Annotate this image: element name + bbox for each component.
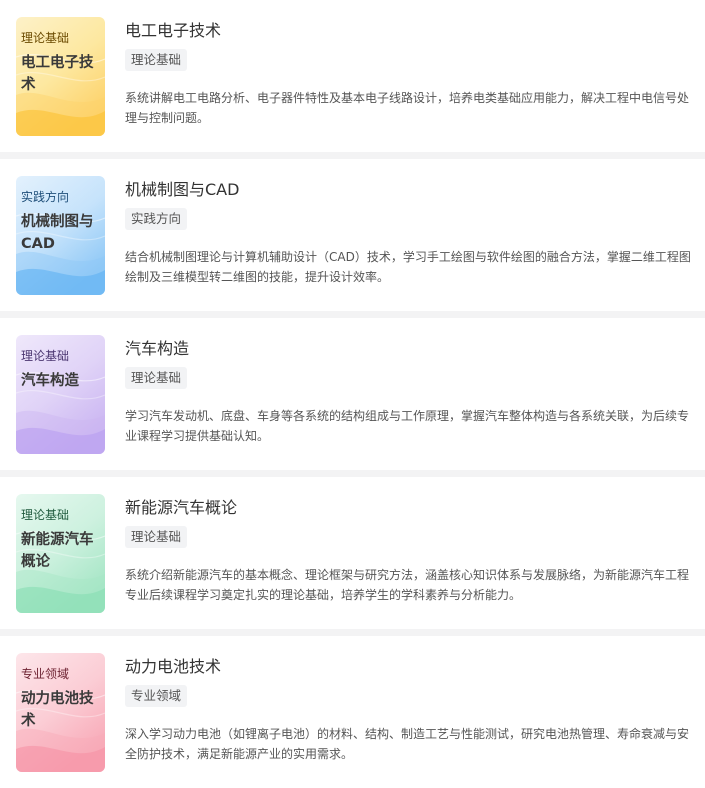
category-badge: 理论基础 <box>125 49 188 71</box>
course-description: 学习汽车发动机、底盘、车身等各系统的结构组成与工作原理，掌握汽车整体构造与各系统… <box>125 409 690 443</box>
course-card[interactable]: 实践方向 机械制图与CAD 机械制图与CAD 实践方向 结合机械制图理论与计算机… <box>0 159 705 311</box>
cover-title: 动力电池技术 <box>21 691 94 729</box>
course-description: 结合机械制图理论与计算机辅助设计（CAD）技术，学习手工绘图与软件绘图的融合方法… <box>125 250 691 284</box>
cover-title: 电工电子技术 <box>21 55 94 93</box>
course-description: 系统介绍新能源汽车的基本概念、理论框架与研究方法，涵盖核心知识体系与发展脉络，为… <box>125 568 690 602</box>
course-list: 理论基础 电工电子技术 电工电子技术 理论基础 系统讲解电工电路分析、电子器件特… <box>0 0 705 788</box>
cover-title: 新能源汽车概论 <box>21 532 94 570</box>
course-title[interactable]: 电工电子技术 <box>125 21 221 41</box>
course-card[interactable]: 理论基础 新能源汽车概论 新能源汽车概论 理论基础 系统介绍新能源汽车的基本概念… <box>0 477 705 629</box>
course-cover[interactable]: 理论基础 新能源汽车概论 <box>16 494 105 613</box>
course-title[interactable]: 机械制图与CAD <box>125 180 239 200</box>
cover-title: 机械制图与CAD <box>21 214 94 252</box>
cover-tag: 专业领域 <box>21 667 70 681</box>
category-badge: 实践方向 <box>125 208 188 230</box>
category-badge: 理论基础 <box>125 367 188 389</box>
course-description: 系统讲解电工电路分析、电子器件特性及基本电子线路设计，培养电类基础应用能力，解决… <box>125 91 690 125</box>
cover-tag: 理论基础 <box>21 31 70 45</box>
course-title[interactable]: 新能源汽车概论 <box>125 498 237 518</box>
course-card[interactable]: 专业领域 动力电池技术 动力电池技术 专业领域 深入学习动力电池（如锂离子电池）… <box>0 636 705 788</box>
course-title[interactable]: 汽车构造 <box>125 339 189 359</box>
course-cover[interactable]: 实践方向 机械制图与CAD <box>16 176 105 295</box>
cover-tag: 实践方向 <box>21 190 70 204</box>
course-description: 深入学习动力电池（如锂离子电池）的材料、结构、制造工艺与性能测试，研究电池热管理… <box>125 727 690 761</box>
category-badge: 专业领域 <box>125 685 188 707</box>
course-cover[interactable]: 理论基础 电工电子技术 <box>16 17 105 136</box>
course-title[interactable]: 动力电池技术 <box>125 657 221 677</box>
course-cover[interactable]: 理论基础 汽车构造 <box>16 335 105 454</box>
cover-tag: 理论基础 <box>21 508 70 522</box>
course-cover[interactable]: 专业领域 动力电池技术 <box>16 653 105 772</box>
category-badge: 理论基础 <box>125 526 188 548</box>
cover-tag: 理论基础 <box>21 349 70 363</box>
course-card[interactable]: 理论基础 汽车构造 汽车构造 理论基础 学习汽车发动机、底盘、车身等各系统的结构… <box>0 318 705 470</box>
course-card[interactable]: 理论基础 电工电子技术 电工电子技术 理论基础 系统讲解电工电路分析、电子器件特… <box>0 0 705 152</box>
cover-title: 汽车构造 <box>21 373 79 389</box>
